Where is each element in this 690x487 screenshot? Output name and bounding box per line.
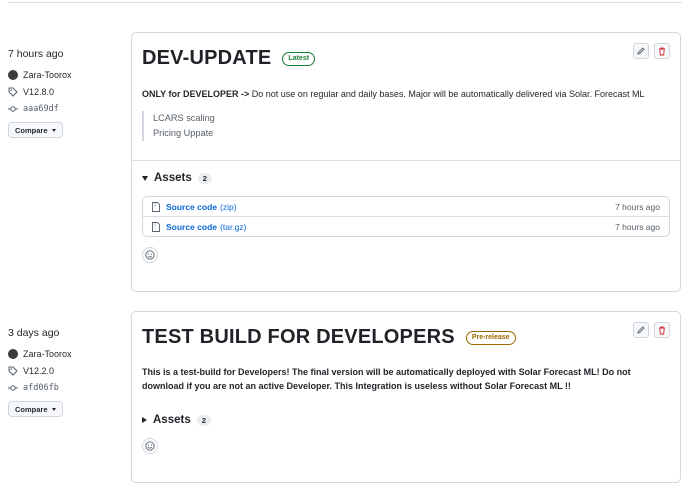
add-reaction-button[interactable] — [142, 438, 158, 454]
release-time: 3 days ago — [8, 327, 60, 339]
commit-sha: afd06fb — [23, 383, 59, 393]
commit-icon — [8, 104, 18, 114]
assets-label: Assets — [153, 414, 191, 426]
note-item: Pricing Uppate — [153, 128, 214, 138]
tag-name: V12.2.0 — [23, 366, 55, 376]
chevron-down-icon — [51, 128, 56, 132]
assets-toggle[interactable]: Assets 2 — [142, 414, 670, 426]
release-card-1: DEV-UPDATE Latest ONLY for DEVELOPER -> … — [131, 32, 681, 292]
asset-row: Source code (zip) 7 hours ago — [143, 197, 669, 216]
section-divider — [132, 160, 680, 161]
asset-list: Source code (zip) 7 hours ago Source cod… — [142, 196, 670, 237]
tag-icon — [8, 366, 18, 376]
caret-right-icon — [142, 417, 147, 423]
smiley-icon — [145, 441, 155, 451]
release-title[interactable]: TEST BUILD FOR DEVELOPERS — [142, 326, 455, 349]
commit-link[interactable]: afd06fb — [8, 381, 120, 395]
assets-count: 2 — [196, 414, 211, 426]
release-2-sidebar: 3 days ago Zara-Toorox V12.2.0 afd06fb C… — [8, 327, 120, 417]
asset-row: Source code (tar.gz) 7 hours ago — [143, 216, 669, 236]
compare-label: Compare — [15, 125, 48, 135]
add-reaction-button[interactable] — [142, 247, 158, 263]
file-zip-icon — [152, 221, 160, 232]
smiley-icon — [145, 250, 155, 260]
asset-ext[interactable]: (zip) — [220, 202, 237, 212]
file-zip-icon — [152, 201, 160, 212]
tag-icon — [8, 87, 18, 97]
asset-link[interactable]: Source code — [166, 202, 217, 212]
description-bold: ONLY for DEVELOPER -> — [142, 89, 250, 99]
description-text: Do not use on regular and daily bases. M… — [249, 89, 645, 99]
assets-count: 2 — [197, 172, 212, 184]
assets-label: Assets — [154, 172, 192, 184]
avatar — [8, 349, 18, 359]
release-time: 7 hours ago — [8, 48, 64, 60]
commit-link[interactable]: aaa69df — [8, 102, 120, 116]
author-link[interactable]: Zara-Toorox — [8, 347, 120, 361]
tag-link[interactable]: V12.8.0 — [8, 85, 120, 99]
prerelease-badge: Pre-release — [465, 330, 516, 345]
author-name: Zara-Toorox — [23, 349, 72, 359]
tag-link[interactable]: V12.2.0 — [8, 364, 120, 378]
release-notes-quote: LCARS scaling Pricing Uppate — [142, 111, 670, 141]
release-card-2: TEST BUILD FOR DEVELOPERS Pre-release Th… — [131, 311, 681, 483]
commit-icon — [8, 383, 18, 393]
release-description: ONLY for DEVELOPER -> Do not use on regu… — [142, 87, 670, 101]
release-1-sidebar: 7 hours ago Zara-Toorox V12.8.0 aaa69df … — [8, 48, 120, 138]
compare-button[interactable]: Compare — [8, 401, 63, 417]
chevron-down-icon — [51, 407, 56, 411]
avatar — [8, 70, 18, 80]
tag-name: V12.8.0 — [23, 87, 55, 97]
asset-time: 7 hours ago — [615, 201, 660, 212]
note-item: LCARS scaling — [153, 113, 215, 123]
author-name: Zara-Toorox — [23, 70, 72, 80]
assets-toggle[interactable]: Assets 2 — [142, 172, 670, 184]
asset-ext[interactable]: (tar.gz) — [220, 222, 246, 232]
compare-label: Compare — [15, 404, 48, 414]
release-description: This is a test-build for Developers! The… — [142, 367, 631, 391]
top-divider — [8, 2, 682, 3]
compare-button[interactable]: Compare — [8, 122, 63, 138]
latest-badge: Latest — [282, 51, 316, 66]
asset-link[interactable]: Source code — [166, 222, 217, 232]
caret-down-icon — [142, 175, 148, 181]
asset-time: 7 hours ago — [615, 221, 660, 232]
author-link[interactable]: Zara-Toorox — [8, 68, 120, 82]
commit-sha: aaa69df — [23, 104, 59, 114]
release-title[interactable]: DEV-UPDATE — [142, 47, 271, 70]
